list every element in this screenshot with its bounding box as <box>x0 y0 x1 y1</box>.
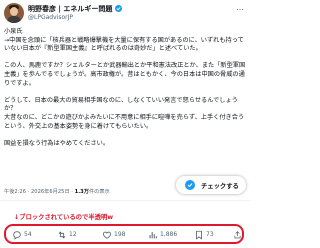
reply-icon <box>13 231 21 240</box>
analytics-icon <box>149 232 157 239</box>
annotation-text: ↓ブロックされているので半透明w <box>14 214 114 221</box>
like-icon <box>102 231 112 239</box>
tweet-paragraph: 国益を損なう行為はやめてください。 <box>4 139 110 147</box>
view-count: 1.3万 <box>74 189 89 195</box>
check-icon <box>185 180 195 190</box>
bookmark-count: 73 <box>206 231 214 238</box>
view-count-suffix: 件の表示 <box>88 189 110 195</box>
more-options-icon[interactable]: ⋯ <box>236 6 244 14</box>
retweet-count: 12 <box>69 231 77 238</box>
tweet-paragraph: 小泉氏 →中国を念頭に「核兵器と戦略爆撃機を大量に保有する国があるのに、いずれも… <box>4 28 244 53</box>
tweet-meta: 午後2:26 · 2026年6月25日 · 1.3万件の表示 <box>4 188 110 195</box>
reply-count: 54 <box>24 231 32 238</box>
share-icon <box>234 231 241 239</box>
check-button[interactable]: チェックする <box>176 176 246 194</box>
avatar[interactable] <box>4 3 24 23</box>
divider <box>0 200 250 201</box>
tweet-timestamp[interactable]: 午後2:26 · 2026年6月25日 · <box>4 189 75 195</box>
check-button-label: チェックする <box>201 183 239 190</box>
verified-badge-icon <box>114 5 122 12</box>
retweet-icon <box>58 231 66 239</box>
tweet-paragraph: どうして、日本の最大の貿易相手国なのに、しなくていい発言で怒らせるんでしょうか？… <box>4 96 245 130</box>
view-count-action: 1,886 <box>160 231 178 238</box>
like-count: 198 <box>114 231 126 238</box>
tweet-header: 明野春彦 | エネルギー問題 @LPGadvisorJP ⋯ <box>4 3 246 25</box>
author-handle[interactable]: @LPGadvisorJP <box>28 14 73 21</box>
tweet-paragraph: この人、馬鹿ですか？シェルターとか武器輸出とか平和憲法改正とか、また「新型軍国主… <box>4 62 246 87</box>
author-name[interactable]: 明野春彦 | エネルギー問題 <box>28 4 122 14</box>
tweet-text: 小泉氏 →中国を念頭に「核兵器と戦略爆撃機を大量に保有する国があるのに、いずれも… <box>4 28 246 157</box>
bookmark-icon <box>196 230 202 240</box>
